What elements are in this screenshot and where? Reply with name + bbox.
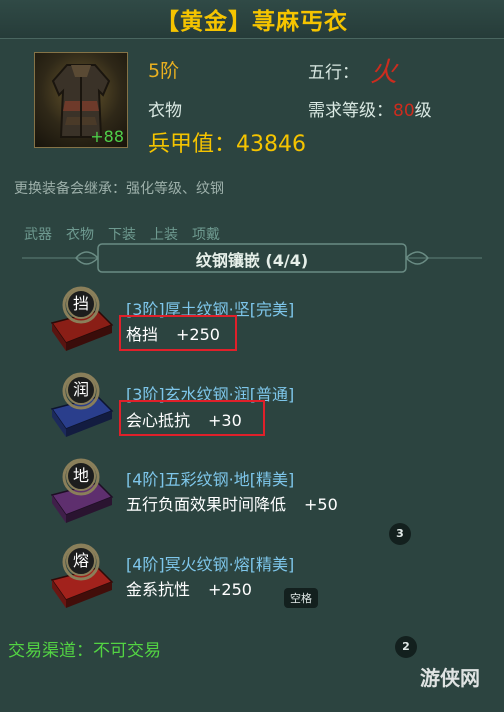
gem-stat-3: 五行负面效果时间降低 +50 xyxy=(126,491,338,515)
required-level-value: 80 xyxy=(393,101,415,121)
inherit-note: 更换装备会继承：强化等级、纹钢 xyxy=(14,181,224,197)
step-badge-2: 2 xyxy=(395,636,417,658)
site-watermark: 游侠网 xyxy=(420,666,480,690)
gem-socket-1[interactable]: 挡 xyxy=(46,281,116,351)
required-level-prefix: 需求等级： xyxy=(308,101,393,121)
trade-channel: 交易渠道：不可交易 xyxy=(8,641,161,661)
key-hint-tooltip: 空格 xyxy=(284,588,318,608)
item-slot: 衣物 xyxy=(148,101,182,121)
gem-socket-3[interactable]: 地 xyxy=(46,453,116,523)
gem-stat-4: 金系抗性 +250 xyxy=(126,576,252,600)
gem-stat-value-3: +50 xyxy=(304,495,338,514)
highlight-box-2 xyxy=(119,400,265,436)
wuxing-fire-value: 火 xyxy=(370,57,397,88)
item-title: 【黄金】荨麻丐衣 xyxy=(156,9,348,35)
equipment-tabs: 武器 衣物 下装 上装 项戴 xyxy=(14,218,490,240)
highlight-box-1 xyxy=(119,315,237,351)
step-badge-3: 3 xyxy=(389,523,411,545)
gem-char-2: 润 xyxy=(66,375,96,405)
section-title: 纹钢镶嵌 (4/4) xyxy=(195,251,309,270)
gem-stat-name-4: 金系抗性 xyxy=(126,580,191,599)
enhance-level: +88 xyxy=(90,127,124,146)
wuxing-label: 五行： xyxy=(308,63,359,83)
gem-char-1: 挡 xyxy=(66,289,96,319)
gem-socket-4[interactable]: 熔 xyxy=(46,538,116,608)
required-level: 需求等级：80级 xyxy=(308,96,432,121)
gem-char-4: 熔 xyxy=(66,546,96,576)
item-icon-slot[interactable]: +88 xyxy=(34,52,128,148)
required-level-suffix: 级 xyxy=(414,101,432,121)
gem-name-4: [4阶]冥火纹钢·熔[精美] xyxy=(126,555,295,574)
title-bar: 【黄金】荨麻丐衣 xyxy=(0,0,504,39)
gem-name-3: [4阶]五彩纹钢·地[精美] xyxy=(126,470,295,489)
gem-stat-value-4: +250 xyxy=(208,580,252,599)
armor-value: 兵甲值：43846 xyxy=(148,132,306,157)
section-header: 纹钢镶嵌 (4/4) xyxy=(14,238,490,280)
item-tier: 5阶 xyxy=(148,60,180,82)
gem-stat-name-3: 五行负面效果时间降低 xyxy=(126,495,287,514)
gem-char-3: 地 xyxy=(66,461,96,491)
gem-socket-2[interactable]: 润 xyxy=(46,367,116,437)
